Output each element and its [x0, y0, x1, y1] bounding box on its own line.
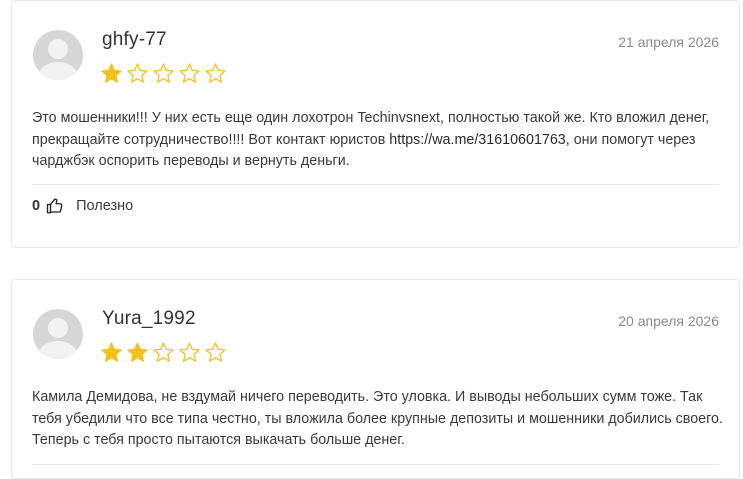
review-date: 20 апреля 2026	[618, 313, 719, 329]
helpful-label[interactable]: Полезно	[76, 198, 133, 214]
review-author: ghfy-77	[102, 29, 167, 50]
review-author: Yura_1992	[102, 308, 196, 329]
review-card: ghfy-77 21 апреля 2026 Это мошенники!!! …	[11, 0, 740, 248]
review-text: Это мошенники!!! У них есть еще один лох…	[32, 110, 710, 169]
divider	[32, 184, 719, 185]
avatar	[33, 30, 83, 80]
star-empty-icon	[205, 342, 226, 362]
star-filled-icon	[101, 63, 122, 83]
star-rating	[100, 341, 227, 364]
review-date: 21 апреля 2026	[618, 34, 719, 50]
star-filled-icon	[101, 342, 122, 362]
star-empty-icon	[205, 63, 226, 83]
lawyer-contact-link[interactable]: https://wa.me/31610601763	[389, 132, 565, 148]
helpful-count: 0	[32, 198, 41, 214]
star-rating	[100, 62, 227, 85]
thumbs-up-icon	[46, 198, 63, 214]
star-empty-icon	[153, 63, 174, 83]
star-empty-icon	[153, 342, 174, 362]
star-empty-icon	[179, 63, 200, 83]
star-empty-icon	[179, 342, 200, 362]
review-text: Камила Демидова, не вздумай ничего перев…	[32, 389, 723, 448]
star-empty-icon	[127, 63, 148, 83]
like-button[interactable]	[46, 197, 64, 215]
review-card: Yura_1992 20 апреля 2026 Камила Демидова…	[11, 279, 740, 479]
helpful-row: 0 Полезно	[32, 197, 133, 215]
star-filled-icon	[127, 342, 148, 362]
avatar	[33, 309, 83, 359]
divider	[32, 464, 719, 465]
